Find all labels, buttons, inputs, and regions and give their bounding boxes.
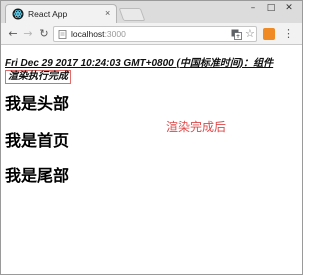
home-component-text: 我是首页	[5, 133, 70, 150]
page-info-icon[interactable]	[58, 30, 67, 39]
menu-icon[interactable]: ⋮	[283, 27, 294, 41]
maximize-button[interactable]: □	[262, 2, 280, 15]
address-bar[interactable]: localhost:3000 ☆	[53, 26, 257, 42]
browser-toolbar: ← → ↻ localhost:3000 ☆ ⋮	[1, 23, 302, 45]
reload-icon[interactable]: ↻	[37, 27, 51, 41]
url-text[interactable]: localhost:3000	[71, 29, 126, 40]
window-controls: – □ ✕	[244, 2, 298, 16]
title-bar: React App × – □ ✕	[1, 1, 302, 23]
translate-icon[interactable]	[231, 29, 242, 40]
tab-title: React App	[28, 9, 68, 19]
page-content: Fri Dec 29 2017 10:24:03 GMT+0800 (中国标准时…	[1, 45, 302, 274]
footer-component-text: 我是尾部	[5, 168, 70, 185]
header-component-text: 我是头部	[5, 96, 70, 113]
date-text: Fri Dec 29 2017 10:24:03 GMT+0800 (中国标准时…	[5, 58, 274, 69]
browser-window: React App × – □ ✕ ← → ↻ localhost:3000 ☆…	[0, 0, 303, 275]
component-date-line: Fri Dec 29 2017 10:24:03 GMT+0800 (中国标准时…	[5, 57, 300, 84]
url-host: localhost	[71, 29, 105, 39]
render-status-box: 渲染执行完成	[5, 70, 71, 84]
react-logo-icon	[12, 8, 24, 20]
url-port: :3000	[104, 29, 126, 39]
back-arrow-icon[interactable]: ←	[6, 27, 20, 41]
after-render-note: 渲染完成后	[166, 120, 227, 134]
close-window-button[interactable]: ✕	[280, 2, 298, 15]
new-tab-button[interactable]	[118, 8, 146, 21]
star-icon[interactable]: ☆	[245, 27, 255, 41]
extension-icon[interactable]	[263, 28, 275, 40]
minimize-button[interactable]: –	[244, 2, 262, 15]
tab-close-button[interactable]: ×	[105, 7, 110, 20]
tab-react-app[interactable]: React App ×	[5, 4, 117, 23]
forward-arrow-icon[interactable]: →	[21, 27, 35, 41]
